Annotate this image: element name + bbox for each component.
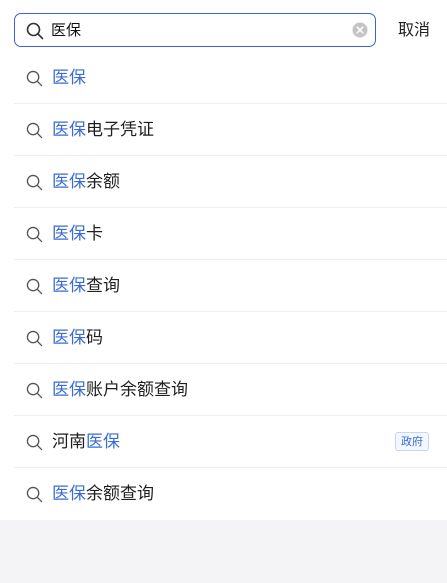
suggestion-text: 医保账户余额查询: [52, 377, 188, 403]
suggestion-item[interactable]: 医保卡: [0, 208, 447, 260]
search-icon: [26, 174, 43, 191]
search-page: 取消 医保 医保电子凭证 医保余额 医保卡 医保查询 医保码 医保账户余额: [0, 0, 447, 583]
suggestion-item[interactable]: 医保余额查询: [0, 468, 447, 520]
suggestion-item[interactable]: 医保: [0, 52, 447, 104]
suggestion-rest: 查询: [86, 276, 120, 296]
suggestion-rest: 账户余额查询: [86, 380, 188, 400]
suggestion-item[interactable]: 医保电子凭证: [0, 104, 447, 156]
suggestion-rest: 码: [86, 328, 103, 348]
search-bar: 取消: [0, 0, 447, 60]
suggestion-rest: 电子凭证: [86, 120, 154, 140]
suggestion-highlight: 医保: [52, 172, 86, 192]
suggestion-rest: 余额查询: [86, 484, 154, 504]
suggestion-text: 医保查询: [52, 273, 120, 299]
empty-background: [0, 520, 447, 583]
suggestion-item[interactable]: 医保账户余额查询: [0, 364, 447, 416]
suggestion-text: 医保码: [52, 325, 103, 351]
suggestion-text: 医保余额: [52, 169, 120, 195]
search-icon: [26, 70, 43, 87]
cancel-button[interactable]: 取消: [394, 16, 434, 44]
suggestion-highlight: 医保: [52, 68, 86, 88]
search-icon: [26, 382, 43, 399]
suggestion-item[interactable]: 医保查询: [0, 260, 447, 312]
government-tag: 政府: [395, 432, 429, 451]
suggestion-item[interactable]: 河南医保 政府: [0, 416, 447, 468]
suggestion-highlight: 医保: [52, 224, 86, 244]
suggestion-text: 医保卡: [52, 221, 103, 247]
clear-icon[interactable]: [352, 22, 368, 38]
suggestion-highlight: 医保: [52, 120, 86, 140]
suggestion-text: 医保电子凭证: [52, 117, 154, 143]
search-input[interactable]: [51, 18, 331, 42]
search-icon: [26, 22, 44, 40]
suggestion-highlight: 医保: [52, 276, 86, 296]
search-icon: [26, 278, 43, 295]
search-box[interactable]: [14, 13, 376, 47]
search-icon: [26, 434, 43, 451]
suggestion-highlight: 医保: [52, 484, 86, 504]
suggestion-item[interactable]: 医保码: [0, 312, 447, 364]
suggestion-highlight: 医保: [52, 380, 86, 400]
suggestion-text: 医保余额查询: [52, 481, 154, 507]
suggestion-list: 医保 医保电子凭证 医保余额 医保卡 医保查询 医保码 医保账户余额查询 河南医…: [0, 52, 447, 520]
search-icon: [26, 330, 43, 347]
suggestion-rest: 卡: [86, 224, 103, 244]
search-icon: [26, 486, 43, 503]
suggestion-text: 河南医保: [52, 429, 120, 455]
suggestion-prefix: 河南: [52, 432, 86, 452]
suggestion-highlight: 医保: [52, 328, 86, 348]
suggestion-highlight: 医保: [86, 432, 120, 452]
search-icon: [26, 122, 43, 139]
search-icon: [26, 226, 43, 243]
suggestion-text: 医保: [52, 65, 86, 91]
suggestion-item[interactable]: 医保余额: [0, 156, 447, 208]
suggestion-rest: 余额: [86, 172, 120, 192]
